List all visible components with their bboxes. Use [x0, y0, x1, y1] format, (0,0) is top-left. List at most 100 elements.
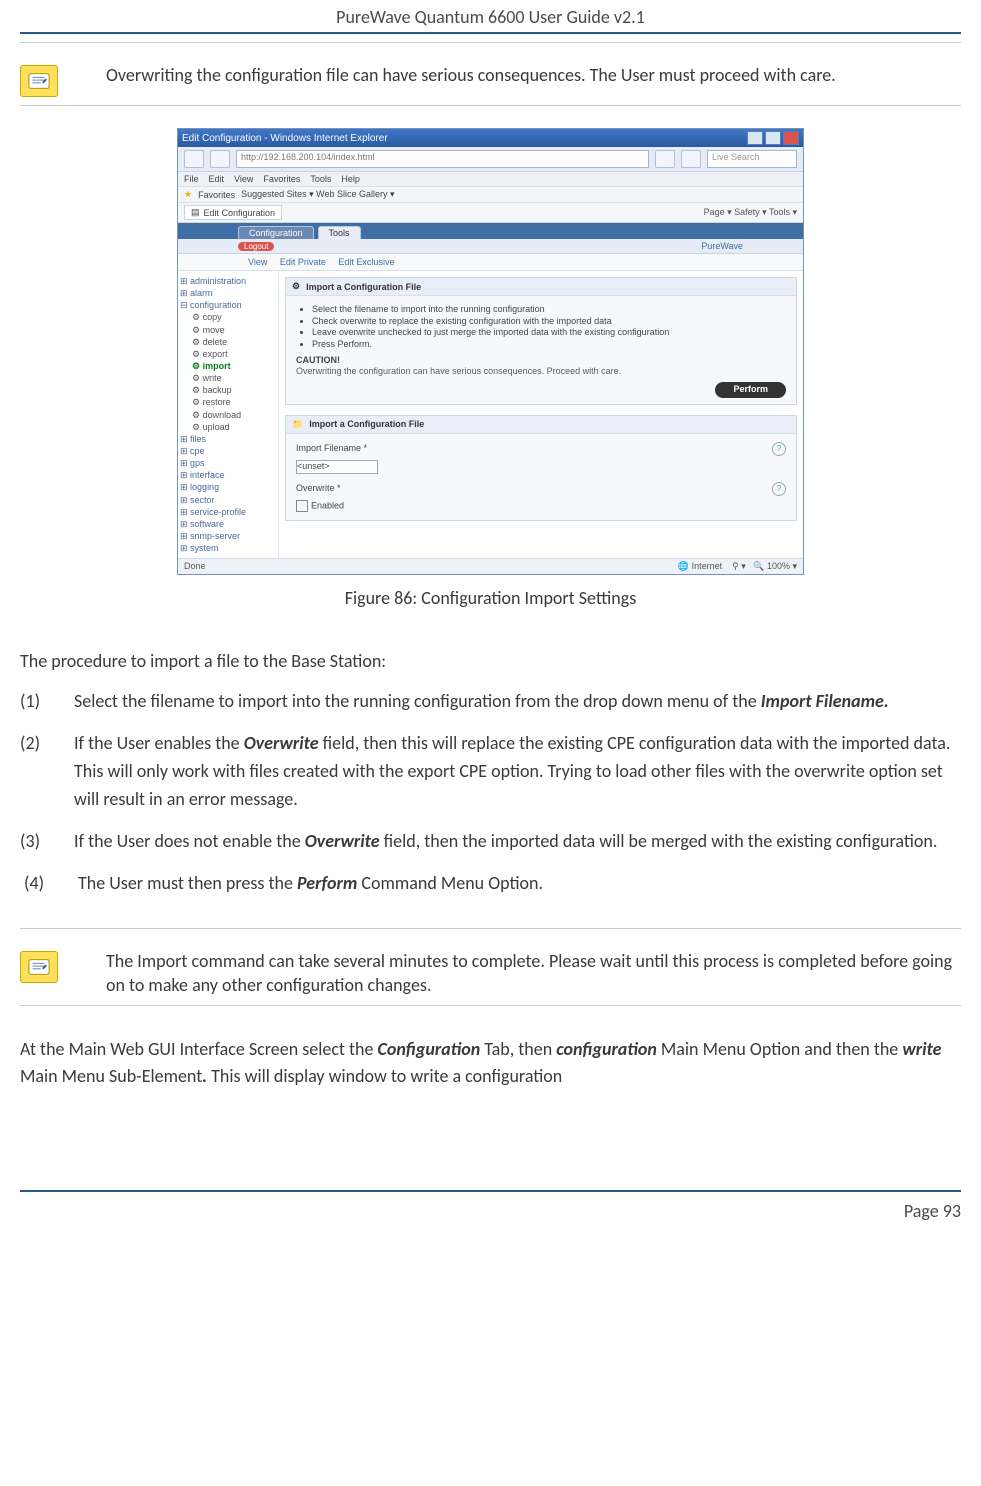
menu-tools[interactable]: Tools: [310, 174, 331, 184]
step-2: (2) If the User enables the Overwrite fi…: [20, 730, 961, 814]
gear-icon: ⚙: [292, 281, 300, 292]
caution-label: CAUTION!: [296, 355, 786, 367]
window-title: Edit Configuration - Windows Internet Ex…: [182, 133, 388, 144]
info-icon[interactable]: ?: [772, 442, 786, 456]
tree-restore[interactable]: ⚙ restore: [180, 396, 276, 408]
status-done: Done: [184, 561, 206, 572]
tree-snmp-server[interactable]: ⊞ snmp-server: [180, 530, 276, 542]
tree-service-profile[interactable]: ⊞ service-profile: [180, 506, 276, 518]
step-1: (1) Select the filename to import into t…: [20, 688, 961, 716]
panel-title-1: Import a Configuration File: [306, 282, 421, 292]
info-icon-2[interactable]: ?: [772, 482, 786, 496]
step-4: (4) The User must then press the Perform…: [20, 870, 961, 898]
perform-button[interactable]: Perform: [715, 382, 786, 398]
logout-row: Logout PureWave: [178, 239, 803, 254]
browser-tab[interactable]: ▤ Edit Configuration: [184, 205, 282, 220]
tree-delete[interactable]: ⚙ delete: [180, 336, 276, 348]
app-tab-configuration[interactable]: Configuration: [238, 226, 314, 239]
viewbar-edit-private[interactable]: Edit Private: [280, 257, 326, 267]
tree-download[interactable]: ⚙ download: [180, 409, 276, 421]
menu-favorites[interactable]: Favorites: [263, 174, 300, 184]
menu-help[interactable]: Help: [341, 174, 360, 184]
panel-title-2: Import a Configuration File: [309, 419, 424, 429]
folder-icon: 📁: [292, 419, 303, 430]
tree-move[interactable]: ⚙ move: [180, 324, 276, 336]
bullet-2: Check overwrite to replace the existing …: [312, 316, 786, 328]
menu-edit[interactable]: Edit: [209, 174, 225, 184]
viewbar-view[interactable]: View: [248, 257, 267, 267]
step-num-1: (1): [20, 688, 74, 716]
forward-button[interactable]: [210, 150, 230, 168]
main-panel-area: ⚙ Import a Configuration File Select the…: [279, 271, 803, 558]
figure-caption: Figure 86: Configuration Import Settings: [20, 587, 961, 609]
label-import-filename: Import Filename *: [296, 443, 367, 455]
tree-upload[interactable]: ⚙ upload: [180, 421, 276, 433]
tree-configuration[interactable]: ⊟ configuration: [180, 299, 276, 311]
stop-button[interactable]: [681, 150, 701, 168]
window-titlebar: Edit Configuration - Windows Internet Ex…: [178, 129, 803, 147]
favorites-label: Favorites: [198, 190, 235, 200]
enabled-label: Enabled: [311, 500, 344, 510]
caution-text: Overwriting the configuration can have s…: [296, 366, 786, 378]
note-text-1: Overwriting the configuration file can h…: [106, 63, 961, 87]
tree-copy[interactable]: ⚙ copy: [180, 311, 276, 323]
label-overwrite: Overwrite *: [296, 483, 341, 495]
bullet-3: Leave overwrite unchecked to just merge …: [312, 327, 786, 339]
screenshot-container: Edit Configuration - Windows Internet Ex…: [20, 128, 961, 575]
url-field[interactable]: http://192.168.200.104/index.html: [236, 150, 649, 168]
tree-export[interactable]: ⚙ export: [180, 348, 276, 360]
minimize-icon[interactable]: [747, 131, 763, 145]
view-bar: View Edit Private Edit Exclusive: [178, 254, 803, 271]
close-icon[interactable]: [783, 131, 799, 145]
refresh-button[interactable]: [655, 150, 675, 168]
tree-alarm[interactable]: ⊞ alarm: [180, 287, 276, 299]
search-field[interactable]: Live Search: [707, 150, 797, 168]
app-tabs-strip: Configuration Tools: [178, 223, 803, 239]
tree-import[interactable]: ⚙ import: [180, 360, 276, 372]
star-icon[interactable]: ★: [184, 189, 192, 200]
tree-sector[interactable]: ⊞ sector: [180, 494, 276, 506]
status-internet: Internet: [692, 561, 723, 571]
note-block-2: The Import command can take several minu…: [20, 949, 961, 998]
step-3: (3) If the User does not enable the Over…: [20, 828, 961, 856]
note-text-2: The Import command can take several minu…: [106, 949, 961, 998]
step-text-2: If the User enables the Overwrite field,…: [74, 730, 961, 814]
bullet-1: Select the filename to import into the r…: [312, 304, 786, 316]
steps-list: (1) Select the filename to import into t…: [20, 688, 961, 897]
fav-links[interactable]: Suggested Sites ▾ Web Slice Gallery ▾: [241, 189, 394, 200]
menu-bar: File Edit View Favorites Tools Help: [178, 172, 803, 187]
note2-top-rule: [20, 928, 961, 929]
app-tab-tools[interactable]: Tools: [318, 226, 361, 239]
page-number: Page 93: [904, 1200, 961, 1222]
tree-write[interactable]: ⚙ write: [180, 372, 276, 384]
menu-view[interactable]: View: [234, 174, 253, 184]
overwrite-checkbox[interactable]: [296, 500, 308, 512]
tree-logging[interactable]: ⊞ logging: [180, 481, 276, 493]
note2-bottom-rule: [20, 1005, 961, 1006]
tree-software[interactable]: ⊞ software: [180, 518, 276, 530]
panel-import-info: ⚙ Import a Configuration File Select the…: [285, 277, 797, 405]
tree-files[interactable]: ⊞ files: [180, 433, 276, 445]
closing-paragraph: At the Main Web GUI Interface Screen sel…: [20, 1036, 961, 1090]
import-filename-select[interactable]: <unset>: [296, 460, 378, 474]
viewbar-edit-exclusive[interactable]: Edit Exclusive: [338, 257, 394, 267]
step-text-1: Select the filename to import into the r…: [74, 688, 961, 716]
panel-body-1: Select the filename to import into the r…: [286, 296, 796, 404]
tree-administration[interactable]: ⊞ administration: [180, 275, 276, 287]
status-zoom: 100%: [767, 561, 790, 571]
panel-body-2: Import Filename * ? <unset> Overwrite * …: [286, 434, 796, 520]
tree-system[interactable]: ⊞ system: [180, 542, 276, 554]
menu-file[interactable]: File: [184, 174, 199, 184]
note-bottom-rule: [20, 105, 961, 106]
overwrite-checkbox-row[interactable]: Enabled: [296, 500, 344, 512]
maximize-icon[interactable]: [765, 131, 781, 145]
tab-label: Edit Configuration: [204, 208, 276, 218]
toolbar-right[interactable]: Page ▾ Safety ▾ Tools ▾: [704, 207, 797, 218]
tree-gps[interactable]: ⊞ gps: [180, 457, 276, 469]
note-icon: [20, 65, 58, 97]
tree-interface[interactable]: ⊞ interface: [180, 469, 276, 481]
logout-button[interactable]: Logout: [238, 242, 274, 251]
tree-backup[interactable]: ⚙ backup: [180, 384, 276, 396]
tree-cpe[interactable]: ⊞ cpe: [180, 445, 276, 457]
back-button[interactable]: [184, 150, 204, 168]
